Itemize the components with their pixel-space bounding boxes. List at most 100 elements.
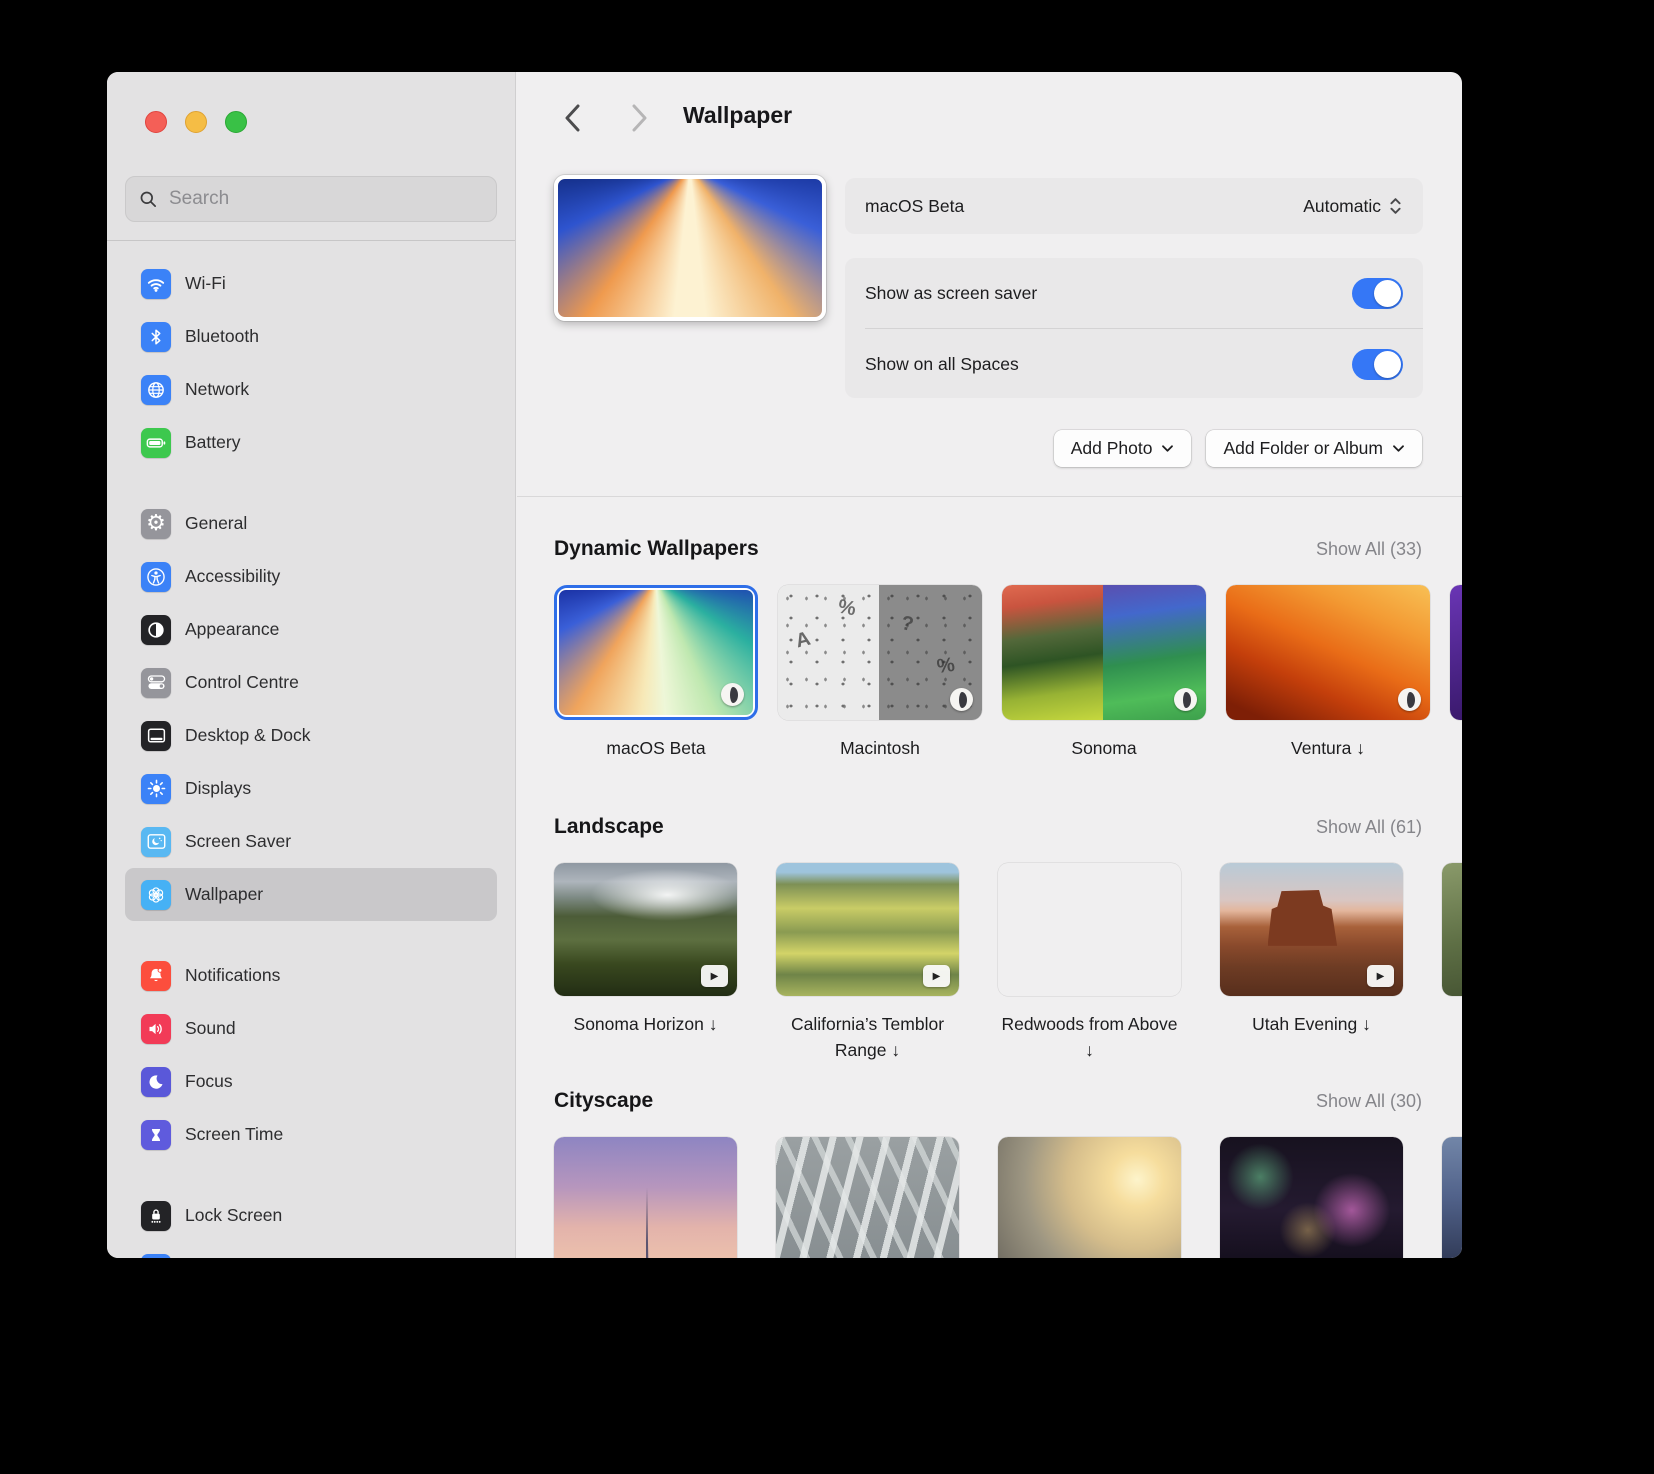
wallpaper-thumb-interchange[interactable]	[776, 1137, 959, 1258]
bell-icon	[141, 960, 171, 991]
bluetooth-icon	[141, 321, 171, 352]
wallpaper-item-redwoods: ▶ Redwoods from Above ↓	[998, 863, 1181, 1063]
chevron-right-icon	[632, 104, 647, 132]
wallpaper-thumb-partial[interactable]	[1442, 863, 1462, 997]
mode-select[interactable]: Automatic	[1303, 196, 1403, 217]
sidebar-item-wallpaper[interactable]: Wallpaper	[125, 868, 497, 921]
sidebar-item-bluetooth[interactable]: Bluetooth	[125, 310, 497, 363]
section-title: Landscape	[554, 815, 664, 839]
close-window-button[interactable]	[145, 111, 167, 133]
sidebar-item-general[interactable]: ⚙ General	[125, 497, 497, 550]
spaces-toggle[interactable]	[1352, 348, 1403, 380]
sidebar-item-screen-time[interactable]: Screen Time	[125, 1108, 497, 1161]
sidebar-item-label: Screen Saver	[185, 831, 292, 851]
show-all-link[interactable]: Show All (33)	[1316, 539, 1422, 560]
sidebar-search-field[interactable]	[125, 176, 497, 222]
sidebar-item-appearance[interactable]: Appearance	[125, 603, 497, 656]
add-photo-label: Add Photo	[1070, 438, 1153, 458]
wallpaper-thumb-macintosh[interactable]: A% ?%	[778, 585, 982, 720]
chevron-left-icon	[565, 104, 580, 132]
add-folder-label: Add Folder or Album	[1223, 438, 1383, 458]
control-centre-icon	[141, 667, 171, 698]
sidebar-item-desktop-dock[interactable]: Desktop & Dock	[125, 709, 497, 762]
dynamic-badge-icon	[721, 683, 744, 706]
back-button[interactable]	[563, 103, 589, 133]
wallpaper-thumb-neon-city[interactable]	[1220, 1137, 1403, 1258]
sidebar: Wi-Fi Bluetooth Network	[107, 72, 516, 1258]
wallpaper-thumb-label: Utah Evening ↓	[1252, 1014, 1371, 1035]
sidebar-item-label: Wallpaper	[185, 884, 264, 904]
chevron-down-icon	[1393, 445, 1404, 452]
wallpaper-thumb-golden-city[interactable]	[998, 1137, 1181, 1258]
wallpaper-thumb-macos-beta[interactable]	[554, 585, 758, 720]
wallpaper-thumb-label: macOS Beta	[606, 738, 706, 758]
sidebar-item-label: Wi-Fi	[185, 273, 226, 293]
appearance-icon	[141, 614, 171, 645]
sidebar-group-security: Lock Screen Privacy & Security	[107, 1189, 515, 1258]
desktop-dock-icon	[141, 720, 171, 751]
wallpaper-thumb-partial[interactable]	[1442, 1137, 1462, 1258]
wallpaper-thumb-ventura[interactable]	[1226, 585, 1430, 720]
spaces-toggle-label: Show on all Spaces	[865, 353, 1019, 374]
wallpaper-thumb-partial[interactable]	[1450, 585, 1462, 720]
wallpaper-hero: macOS Beta Automatic Show as screen save…	[517, 168, 1462, 497]
video-play-badge-icon: ▶	[923, 965, 950, 988]
wallpaper-thumb-label: Ventura ↓	[1291, 738, 1365, 758]
sidebar-item-label: Network	[185, 379, 250, 399]
wallpaper-item-city-tower	[554, 1137, 737, 1258]
current-wallpaper-preview[interactable]	[554, 175, 826, 321]
add-folder-button[interactable]: Add Folder or Album	[1206, 430, 1422, 467]
section-landscape: Landscape Show All (61) ▶ Sonoma Horizon…	[517, 815, 1462, 1063]
wallpaper-item-macos-beta: macOS Beta	[554, 585, 758, 761]
sidebar-item-control-centre[interactable]: Control Centre	[125, 656, 497, 709]
sidebar-item-wifi[interactable]: Wi-Fi	[125, 257, 497, 310]
wallpaper-item-sonoma-horizon: ▶ Sonoma Horizon ↓	[554, 863, 737, 1063]
wallpaper-thumb-sonoma[interactable]	[1002, 585, 1206, 720]
sidebar-item-accessibility[interactable]: Accessibility	[125, 550, 497, 603]
wallpaper-item-partial	[1442, 863, 1462, 1063]
sidebar-item-privacy-security[interactable]: Privacy & Security	[125, 1242, 497, 1258]
sidebar-item-notifications[interactable]: Notifications	[125, 949, 497, 1002]
forward-button[interactable]	[629, 103, 655, 133]
hourglass-icon	[141, 1119, 171, 1150]
privacy-hand-icon	[141, 1253, 171, 1258]
battery-icon	[141, 427, 171, 458]
minimize-window-button[interactable]	[185, 111, 207, 133]
wallpaper-item-neon-city	[1220, 1137, 1403, 1258]
main-content: Wallpaper macOS Beta Automatic Show as s…	[517, 72, 1462, 1258]
sidebar-item-label: Notifications	[185, 965, 281, 985]
wallpaper-thumb-sonoma-horizon[interactable]: ▶	[554, 863, 737, 997]
wallpaper-thumb-temblor-range[interactable]: ▶	[776, 863, 959, 997]
section-cityscape: Cityscape Show All (30)	[517, 1089, 1462, 1258]
search-input[interactable]	[167, 187, 483, 211]
show-all-link[interactable]: Show All (61)	[1316, 817, 1422, 838]
dynamic-thumb-row: macOS Beta A% ?% Macintosh Sonoma Ventur…	[517, 585, 1462, 761]
sidebar-item-screen-saver[interactable]: Screen Saver	[125, 815, 497, 868]
screen-saver-icon	[141, 826, 171, 857]
search-icon	[140, 191, 157, 207]
spaces-toggle-row: Show on all Spaces	[845, 329, 1423, 399]
current-wallpaper-name: macOS Beta	[865, 195, 965, 216]
sidebar-item-label: Accessibility	[185, 566, 281, 586]
cityscape-thumb-row	[517, 1137, 1462, 1258]
wallpaper-thumb-city-tower[interactable]	[554, 1137, 737, 1258]
sidebar-divider	[107, 240, 515, 241]
sidebar-item-label: Screen Time	[185, 1124, 284, 1144]
sidebar-item-focus[interactable]: Focus	[125, 1055, 497, 1108]
lock-icon	[141, 1200, 171, 1231]
sidebar-item-battery[interactable]: Battery	[125, 416, 497, 469]
screensaver-toggle[interactable]	[1352, 277, 1403, 309]
wallpaper-thumb-utah-evening[interactable]: ▶	[1220, 863, 1403, 997]
sidebar-item-lock-screen[interactable]: Lock Screen	[125, 1189, 497, 1242]
landscape-thumb-row: ▶ Sonoma Horizon ↓ ▶ California’s Temblo…	[517, 863, 1462, 1063]
show-all-link[interactable]: Show All (30)	[1316, 1091, 1422, 1112]
sidebar-group-system: ⚙ General Accessibility Appearance Contr…	[107, 497, 515, 921]
wallpaper-thumb-redwoods[interactable]: ▶	[998, 863, 1181, 996]
section-dynamic-wallpapers: Dynamic Wallpapers Show All (33) macOS B…	[517, 537, 1462, 761]
zoom-window-button[interactable]	[225, 111, 247, 133]
wallpaper-item-golden-city	[998, 1137, 1181, 1258]
add-photo-button[interactable]: Add Photo	[1053, 430, 1192, 467]
sidebar-item-network[interactable]: Network	[125, 363, 497, 416]
sidebar-item-sound[interactable]: Sound	[125, 1002, 497, 1055]
sidebar-item-displays[interactable]: Displays	[125, 762, 497, 815]
